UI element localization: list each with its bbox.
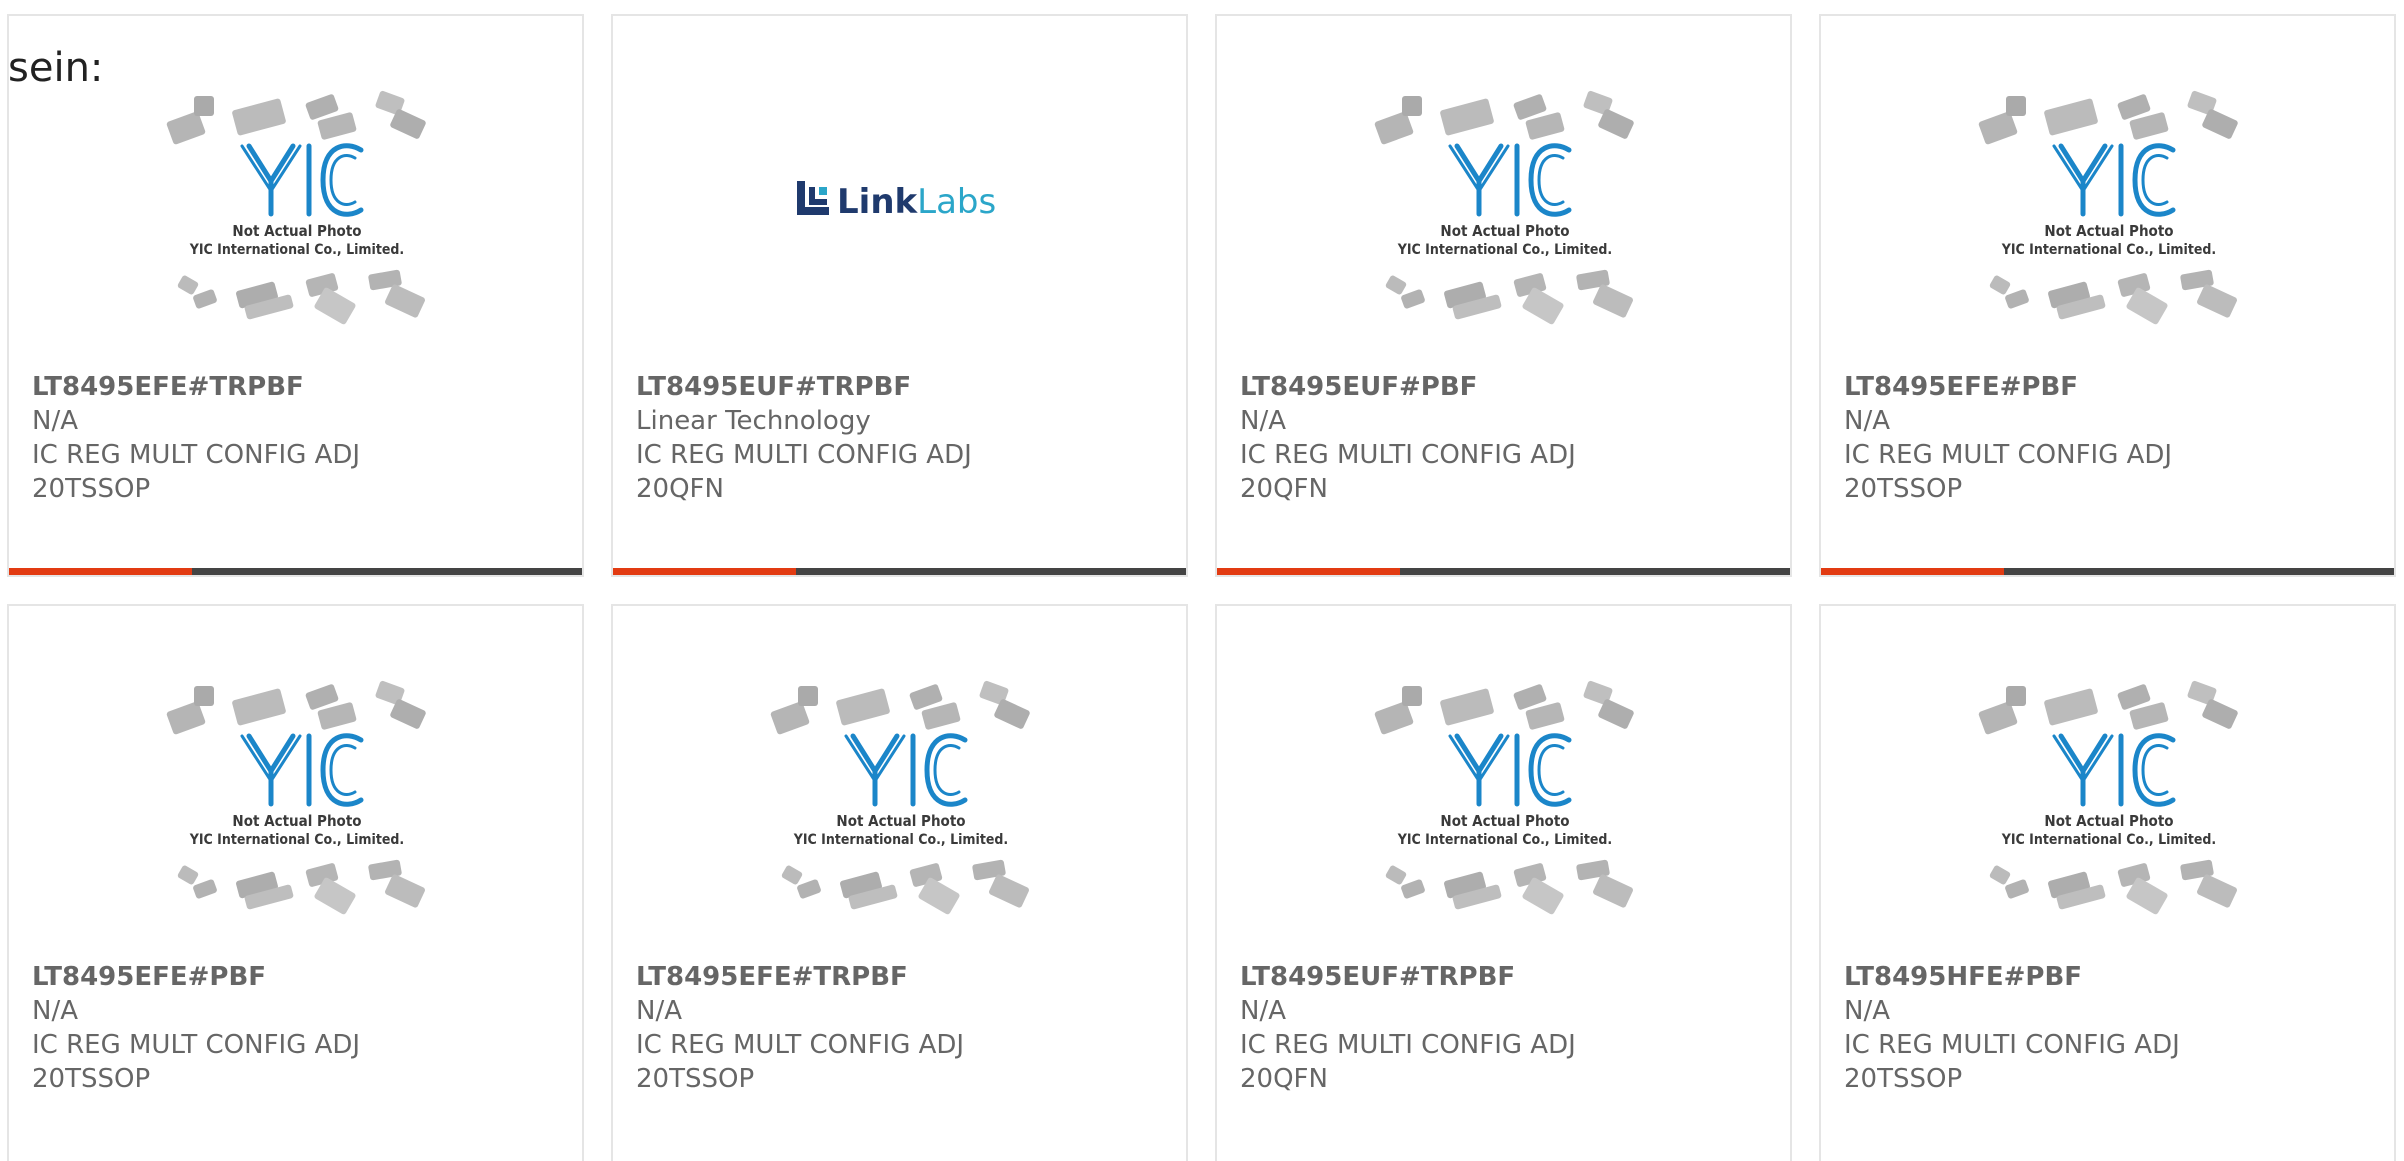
part-number-link[interactable]: LT8495EUF#TRPBF <box>636 370 1170 404</box>
placeholder-caption-line1: Not Actual Photo <box>232 222 361 240</box>
product-placeholder-image[interactable]: Not Actual Photo YIC International Co., … <box>9 86 582 366</box>
placeholder-caption-line2: YIC International Co., Limited. <box>1397 832 1612 848</box>
product-placeholder-image[interactable]: Not Actual Photo YIC International Co., … <box>1821 86 2394 366</box>
card-progress-fill <box>1821 568 2005 575</box>
product-info: LT8495EUF#PBF N/A IC REG MULTI CONFIG ADJ … <box>1240 370 1774 506</box>
placeholder-caption-line1: Not Actual Photo <box>232 812 361 830</box>
placeholder-caption-line2: YIC International Co., Limited. <box>189 242 404 258</box>
product-info: LT8495EFE#TRPBF N/A IC REG MULT CONFIG ADJ… <box>636 960 1170 1096</box>
product-info: LT8495EFE#PBF N/A IC REG MULT CONFIG ADJ 2… <box>1844 370 2378 506</box>
description-label: IC REG MULTI CONFIG ADJ 20QFN <box>1240 440 1576 504</box>
product-card[interactable]: Not Actual Photo YIC International Co., … <box>7 604 584 1161</box>
product-card[interactable]: Not Actual Photo YIC International Co., … <box>1819 14 2396 577</box>
product-info: LT8495EFE#PBF N/A IC REG MULT CONFIG ADJ 2… <box>32 960 566 1096</box>
placeholder-caption-line2: YIC International Co., Limited. <box>189 832 404 848</box>
product-info: LT8495EFE#TRPBF N/A IC REG MULT CONFIG ADJ… <box>32 370 566 506</box>
manufacturer-label: Linear Technology <box>636 406 871 436</box>
manufacturer-label: N/A <box>32 996 78 1026</box>
description-label: IC REG MULTI CONFIG ADJ 20QFN <box>1240 1030 1576 1094</box>
product-card[interactable]: Not Actual Photo YIC International Co., … <box>1215 14 1792 577</box>
placeholder-caption-line2: YIC International Co., Limited. <box>793 832 1008 848</box>
manufacturer-label: N/A <box>1844 406 1890 436</box>
placeholder-caption-line1: Not Actual Photo <box>2044 812 2173 830</box>
description-label: IC REG MULT CONFIG ADJ 20TSSOP <box>636 1030 965 1094</box>
card-progress-fill <box>1217 568 1401 575</box>
product-card[interactable]: Not Actual Photo YIC International Co., … <box>1819 604 2396 1161</box>
description-label: IC REG MULT CONFIG ADJ 20TSSOP <box>32 1030 361 1094</box>
product-placeholder-image[interactable]: Not Actual Photo YIC International Co., … <box>1217 676 1790 956</box>
product-placeholder-image[interactable]: Not Actual Photo YIC International Co., … <box>613 676 1186 956</box>
product-card[interactable]: Not Actual Photo YIC International Co., … <box>7 14 584 577</box>
overlay-label: sein: <box>8 45 104 91</box>
product-info: LT8495EUF#TRPBF N/A IC REG MULTI CONFIG AD… <box>1240 960 1774 1096</box>
part-number-link[interactable]: LT8495EFE#TRPBF <box>636 960 1170 994</box>
part-number-link[interactable]: LT8495EUF#PBF <box>1240 370 1774 404</box>
description-label: IC REG MULTI CONFIG ADJ 20QFN <box>636 440 972 504</box>
card-progress-bar <box>9 568 582 575</box>
linklabs-logo-image[interactable]: LinkLabs <box>613 86 1186 366</box>
linklabs-word-link: LinkLabs <box>837 182 996 222</box>
placeholder-caption-line1: Not Actual Photo <box>1440 812 1569 830</box>
placeholder-caption-line1: Not Actual Photo <box>2044 222 2173 240</box>
placeholder-caption-line1: Not Actual Photo <box>836 812 965 830</box>
product-grid-page: sein: Not Actual Photo YIC International… <box>0 0 2404 1161</box>
manufacturer-label: N/A <box>1844 996 1890 1026</box>
part-number-link[interactable]: LT8495EUF#TRPBF <box>1240 960 1774 994</box>
card-progress-bar <box>1217 568 1790 575</box>
product-card[interactable]: Not Actual Photo YIC International Co., … <box>1215 604 1792 1161</box>
part-number-link[interactable]: LT8495EFE#PBF <box>32 960 566 994</box>
description-label: IC REG MULT CONFIG ADJ 20TSSOP <box>32 440 361 504</box>
manufacturer-label: N/A <box>1240 406 1286 436</box>
card-progress-bar <box>613 568 1186 575</box>
product-card[interactable]: Not Actual Photo YIC International Co., … <box>611 604 1188 1161</box>
manufacturer-label: N/A <box>1240 996 1286 1026</box>
manufacturer-label: N/A <box>32 406 78 436</box>
product-placeholder-image[interactable]: Not Actual Photo YIC International Co., … <box>1821 676 2394 956</box>
placeholder-caption-line2: YIC International Co., Limited. <box>2001 832 2216 848</box>
description-label: IC REG MULT CONFIG ADJ 20TSSOP <box>1844 440 2173 504</box>
placeholder-caption-line2: YIC International Co., Limited. <box>2001 242 2216 258</box>
linklabs-word-labs: Labs <box>917 182 996 222</box>
product-info: LT8495EUF#TRPBF Linear Technology IC REG M… <box>636 370 1170 506</box>
product-info: LT8495HFE#PBF N/A IC REG MULTI CONFIG ADJ … <box>1844 960 2378 1096</box>
product-card[interactable]: LinkLabs LT8495EUF#TRPBF Linear Technolog… <box>611 14 1188 577</box>
manufacturer-label: N/A <box>636 996 682 1026</box>
part-number-link[interactable]: LT8495EFE#TRPBF <box>32 370 566 404</box>
card-progress-fill <box>9 568 193 575</box>
card-progress-bar <box>1821 568 2394 575</box>
card-progress-fill <box>613 568 797 575</box>
product-placeholder-image[interactable]: Not Actual Photo YIC International Co., … <box>9 676 582 956</box>
part-number-link[interactable]: LT8495HFE#PBF <box>1844 960 2378 994</box>
placeholder-caption-line1: Not Actual Photo <box>1440 222 1569 240</box>
placeholder-caption-line2: YIC International Co., Limited. <box>1397 242 1612 258</box>
description-label: IC REG MULTI CONFIG ADJ 20TSSOP <box>1844 1030 2180 1094</box>
product-placeholder-image[interactable]: Not Actual Photo YIC International Co., … <box>1217 86 1790 366</box>
part-number-link[interactable]: LT8495EFE#PBF <box>1844 370 2378 404</box>
